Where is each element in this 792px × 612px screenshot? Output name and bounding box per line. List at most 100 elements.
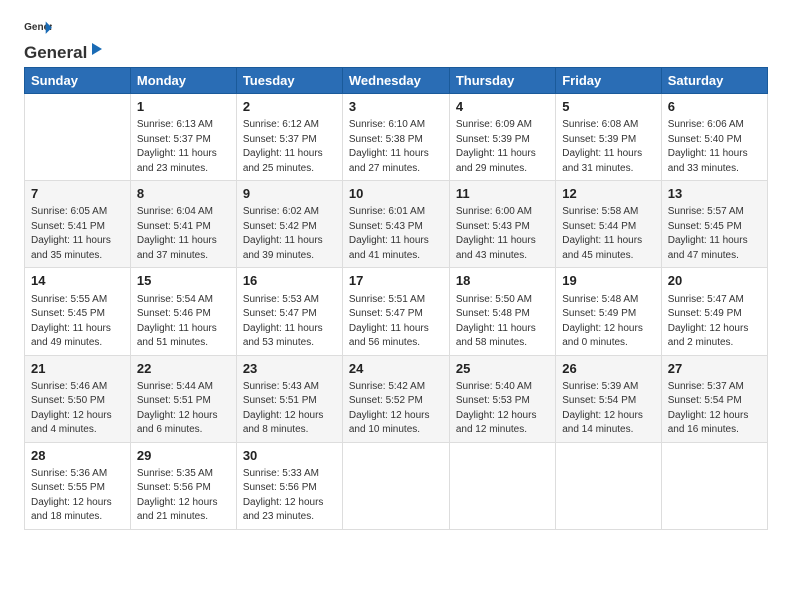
calendar-cell: 18 Sunrise: 5:50 AM Sunset: 5:48 PM Dayli… — [449, 268, 555, 355]
calendar-week-row: 21 Sunrise: 5:46 AM Sunset: 5:50 PM Dayli… — [25, 355, 768, 442]
calendar-cell: 16 Sunrise: 5:53 AM Sunset: 5:47 PM Dayli… — [236, 268, 342, 355]
day-info: Sunrise: 5:48 AM Sunset: 5:49 PM Dayligh… — [562, 293, 655, 351]
day-info: Sunrise: 5:36 AM Sunset: 5:55 PM Dayligh… — [31, 467, 124, 525]
calendar-cell: 15 Sunrise: 5:54 AM Sunset: 5:46 PM Dayli… — [130, 268, 236, 355]
calendar-cell — [25, 94, 131, 181]
calendar-week-row: 7 Sunrise: 6:05 AM Sunset: 5:41 PM Daylig… — [25, 181, 768, 268]
calendar-cell: 1Sunrise: 6:13 AM Sunset: 5:37 PM Daylig… — [130, 94, 236, 181]
day-number: 28 — [31, 447, 124, 465]
day-number: 13 — [668, 185, 761, 203]
day-info: Sunrise: 6:04 AM Sunset: 5:41 PM Dayligh… — [137, 205, 230, 263]
day-info: Sunrise: 5:43 AM Sunset: 5:51 PM Dayligh… — [243, 380, 336, 438]
page: General General SundayMondayTuesdayWedne… — [0, 0, 792, 612]
day-info: Sunrise: 5:53 AM Sunset: 5:47 PM Dayligh… — [243, 293, 336, 351]
day-number: 26 — [562, 360, 655, 378]
day-info: Sunrise: 5:46 AM Sunset: 5:50 PM Dayligh… — [31, 380, 124, 438]
day-number: 12 — [562, 185, 655, 203]
calendar-cell: 17 Sunrise: 5:51 AM Sunset: 5:47 PM Dayli… — [342, 268, 449, 355]
day-info: Sunrise: 5:35 AM Sunset: 5:56 PM Dayligh… — [137, 467, 230, 525]
day-info: Sunrise: 5:58 AM Sunset: 5:44 PM Dayligh… — [562, 205, 655, 263]
col-header-monday: Monday — [130, 68, 236, 94]
col-header-thursday: Thursday — [449, 68, 555, 94]
day-number: 1 — [137, 98, 230, 116]
day-number: 24 — [349, 360, 443, 378]
day-number: 8 — [137, 185, 230, 203]
calendar-cell: 29 Sunrise: 5:35 AM Sunset: 5:56 PM Dayli… — [130, 442, 236, 529]
logo: General General — [24, 20, 107, 59]
day-number: 29 — [137, 447, 230, 465]
day-number: 11 — [456, 185, 549, 203]
day-info: Sunrise: 5:51 AM Sunset: 5:47 PM Dayligh… — [349, 293, 443, 351]
day-number: 15 — [137, 272, 230, 290]
calendar-cell — [661, 442, 767, 529]
day-info: Sunrise: 5:54 AM Sunset: 5:46 PM Dayligh… — [137, 293, 230, 351]
col-header-sunday: Sunday — [25, 68, 131, 94]
header: General General — [24, 20, 768, 59]
day-info: Sunrise: 6:09 AM Sunset: 5:39 PM Dayligh… — [456, 118, 549, 176]
day-info: Sunrise: 6:00 AM Sunset: 5:43 PM Dayligh… — [456, 205, 549, 263]
calendar-cell: 2Sunrise: 6:12 AM Sunset: 5:37 PM Daylig… — [236, 94, 342, 181]
calendar-cell: 25 Sunrise: 5:40 AM Sunset: 5:53 PM Dayli… — [449, 355, 555, 442]
col-header-saturday: Saturday — [661, 68, 767, 94]
day-info: Sunrise: 5:44 AM Sunset: 5:51 PM Dayligh… — [137, 380, 230, 438]
day-number: 21 — [31, 360, 124, 378]
calendar-header-row: SundayMondayTuesdayWednesdayThursdayFrid… — [25, 68, 768, 94]
logo-icon: General — [24, 20, 52, 40]
calendar-cell: 26 Sunrise: 5:39 AM Sunset: 5:54 PM Dayli… — [556, 355, 662, 442]
calendar-cell: 21 Sunrise: 5:46 AM Sunset: 5:50 PM Dayli… — [25, 355, 131, 442]
calendar-cell: 5 Sunrise: 6:08 AM Sunset: 5:39 PM Daylig… — [556, 94, 662, 181]
calendar-cell: 24 Sunrise: 5:42 AM Sunset: 5:52 PM Dayli… — [342, 355, 449, 442]
calendar-cell: 23Sunrise: 5:43 AM Sunset: 5:51 PM Dayli… — [236, 355, 342, 442]
calendar-cell: 9 Sunrise: 6:02 AM Sunset: 5:42 PM Daylig… — [236, 181, 342, 268]
day-number: 27 — [668, 360, 761, 378]
calendar: SundayMondayTuesdayWednesdayThursdayFrid… — [24, 67, 768, 530]
logo-arrow-icon — [88, 40, 106, 58]
calendar-cell — [342, 442, 449, 529]
day-info: Sunrise: 6:01 AM Sunset: 5:43 PM Dayligh… — [349, 205, 443, 263]
calendar-cell: 14 Sunrise: 5:55 AM Sunset: 5:45 PM Dayli… — [25, 268, 131, 355]
day-info: Sunrise: 5:55 AM Sunset: 5:45 PM Dayligh… — [31, 293, 124, 351]
day-number: 19 — [562, 272, 655, 290]
calendar-cell: 13 Sunrise: 5:57 AM Sunset: 5:45 PM Dayli… — [661, 181, 767, 268]
day-number: 25 — [456, 360, 549, 378]
calendar-cell: 4Sunrise: 6:09 AM Sunset: 5:39 PM Daylig… — [449, 94, 555, 181]
day-number: 22 — [137, 360, 230, 378]
day-info: Sunrise: 5:40 AM Sunset: 5:53 PM Dayligh… — [456, 380, 549, 438]
day-number: 30 — [243, 447, 336, 465]
calendar-cell: 20Sunrise: 5:47 AM Sunset: 5:49 PM Dayli… — [661, 268, 767, 355]
day-number: 7 — [31, 185, 124, 203]
day-number: 3 — [349, 98, 443, 116]
day-info: Sunrise: 6:05 AM Sunset: 5:41 PM Dayligh… — [31, 205, 124, 263]
day-info: Sunrise: 6:02 AM Sunset: 5:42 PM Dayligh… — [243, 205, 336, 263]
day-number: 6 — [668, 98, 761, 116]
day-number: 5 — [562, 98, 655, 116]
day-number: 17 — [349, 272, 443, 290]
calendar-week-row: 28 Sunrise: 5:36 AM Sunset: 5:55 PM Dayli… — [25, 442, 768, 529]
day-info: Sunrise: 6:08 AM Sunset: 5:39 PM Dayligh… — [562, 118, 655, 176]
day-number: 9 — [243, 185, 336, 203]
calendar-cell: 22 Sunrise: 5:44 AM Sunset: 5:51 PM Dayli… — [130, 355, 236, 442]
col-header-wednesday: Wednesday — [342, 68, 449, 94]
calendar-week-row: 14 Sunrise: 5:55 AM Sunset: 5:45 PM Dayli… — [25, 268, 768, 355]
calendar-cell: 27Sunrise: 5:37 AM Sunset: 5:54 PM Dayli… — [661, 355, 767, 442]
day-number: 2 — [243, 98, 336, 116]
day-info: Sunrise: 5:57 AM Sunset: 5:45 PM Dayligh… — [668, 205, 761, 263]
day-number: 18 — [456, 272, 549, 290]
day-number: 10 — [349, 185, 443, 203]
day-info: Sunrise: 6:06 AM Sunset: 5:40 PM Dayligh… — [668, 118, 761, 176]
calendar-cell: 11 Sunrise: 6:00 AM Sunset: 5:43 PM Dayli… — [449, 181, 555, 268]
calendar-cell: 8 Sunrise: 6:04 AM Sunset: 5:41 PM Daylig… — [130, 181, 236, 268]
calendar-cell: 7 Sunrise: 6:05 AM Sunset: 5:41 PM Daylig… — [25, 181, 131, 268]
day-number: 16 — [243, 272, 336, 290]
day-info: Sunrise: 5:39 AM Sunset: 5:54 PM Dayligh… — [562, 380, 655, 438]
calendar-cell: 10 Sunrise: 6:01 AM Sunset: 5:43 PM Dayli… — [342, 181, 449, 268]
day-number: 14 — [31, 272, 124, 290]
logo-general: General — [24, 43, 87, 63]
calendar-cell: 28 Sunrise: 5:36 AM Sunset: 5:55 PM Dayli… — [25, 442, 131, 529]
day-info: Sunrise: 5:42 AM Sunset: 5:52 PM Dayligh… — [349, 380, 443, 438]
calendar-cell: 30Sunrise: 5:33 AM Sunset: 5:56 PM Dayli… — [236, 442, 342, 529]
day-info: Sunrise: 5:47 AM Sunset: 5:49 PM Dayligh… — [668, 293, 761, 351]
day-info: Sunrise: 5:50 AM Sunset: 5:48 PM Dayligh… — [456, 293, 549, 351]
calendar-cell: 3Sunrise: 6:10 AM Sunset: 5:38 PM Daylig… — [342, 94, 449, 181]
col-header-tuesday: Tuesday — [236, 68, 342, 94]
